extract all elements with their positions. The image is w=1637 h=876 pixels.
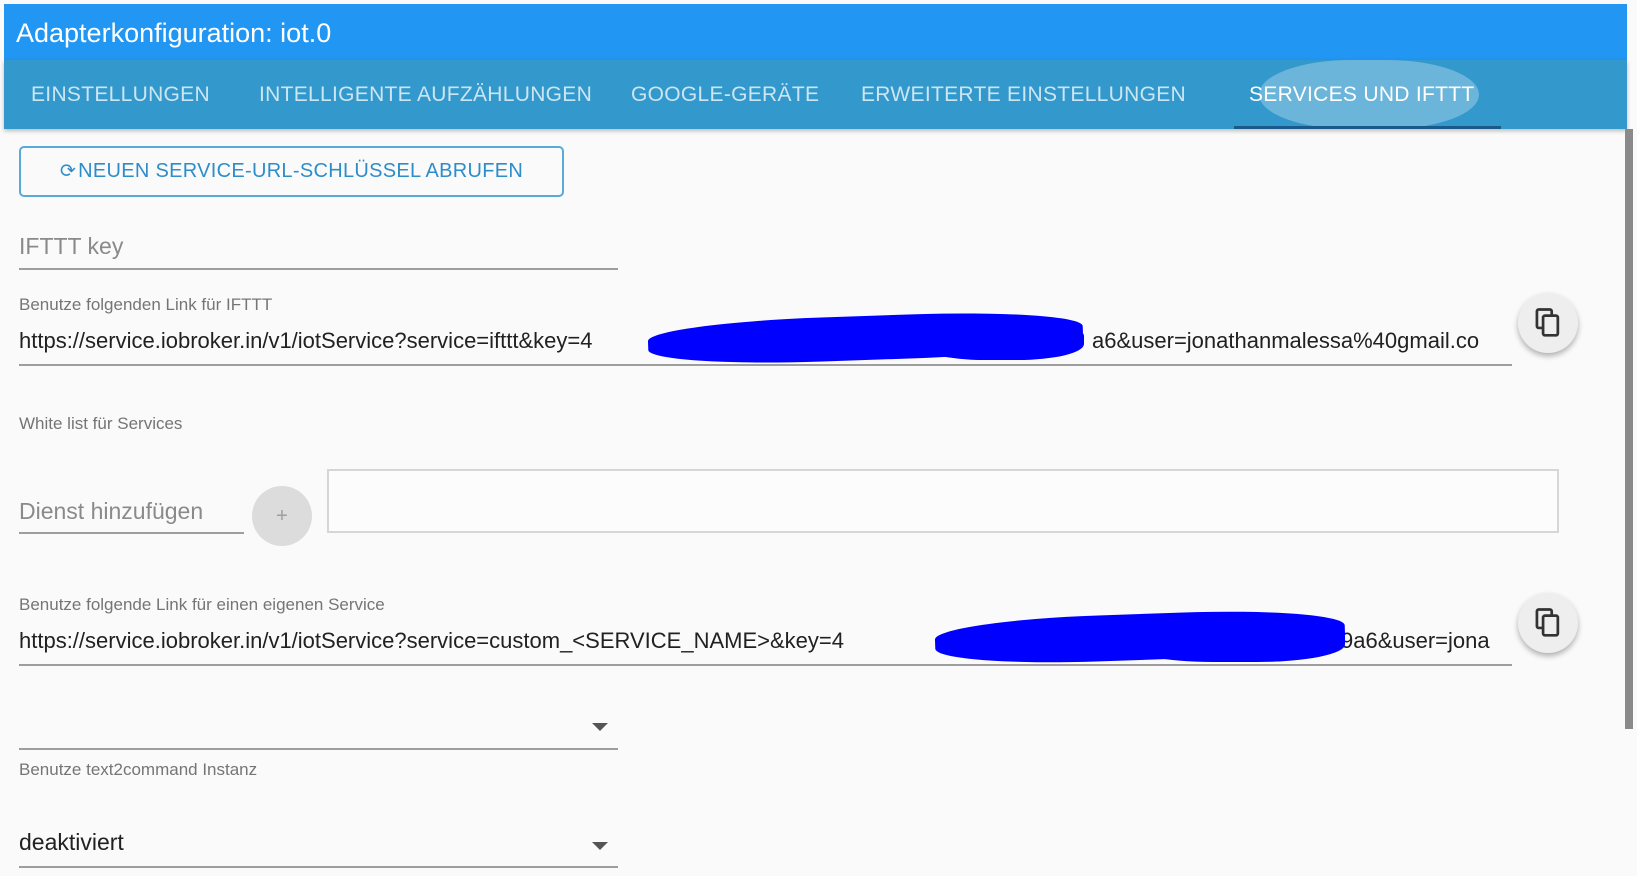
custom-service-link-underline <box>19 664 1512 666</box>
window-title: Adapterkonfiguration: iot.0 <box>16 18 332 48</box>
redaction-scribble <box>918 320 1084 360</box>
ifttt-link-underline <box>19 364 1512 366</box>
chevron-down-icon <box>592 842 608 850</box>
text2command-select[interactable] <box>19 700 618 748</box>
tab-bar: EINSTELLUNGEN INTELLIGENTE AUFZÄHLUNGEN … <box>4 60 1627 129</box>
tab-services-und-ifttt[interactable]: SERVICES UND IFTTT <box>1249 60 1475 129</box>
ifttt-link-value: https://service.iobroker.in/v1/iotServic… <box>19 328 593 353</box>
new-service-url-key-button[interactable]: ⟳ NEUEN SERVICE-URL-SCHLÜSSEL ABRUFEN <box>19 146 564 197</box>
ifttt-link-label: Benutze folgenden Link für IFTTT <box>19 295 273 314</box>
add-service-input[interactable]: Dienst hinzufügen <box>19 498 203 525</box>
copy-ifttt-link-button[interactable] <box>1518 293 1578 353</box>
refresh-icon: ⟳ <box>59 161 77 182</box>
chevron-down-icon <box>592 723 608 731</box>
tab-einstellungen[interactable]: EINSTELLUNGEN <box>31 60 210 129</box>
add-service-underline <box>19 532 244 534</box>
deactivated-select-value: deaktiviert <box>19 829 124 855</box>
tab-erweiterte-einstellungen[interactable]: ERWEITERTE EINSTELLUNGEN <box>861 60 1186 129</box>
custom-service-link-value-tail: 9a6&user=jona <box>1341 628 1490 653</box>
deactivated-select-underline <box>19 866 618 868</box>
copy-custom-service-link-button[interactable] <box>1518 593 1578 653</box>
tab-google-geraete[interactable]: GOOGLE-GERÄTE <box>631 60 819 129</box>
plus-icon: + <box>276 504 288 527</box>
ifttt-link-value-tail: a6&user=jonathanmalessa%40gmail.co <box>1092 328 1480 353</box>
ifttt-key-input[interactable]: IFTTT key <box>19 233 123 260</box>
text2command-underline <box>19 748 618 750</box>
copy-icon <box>1535 308 1560 337</box>
active-tab-indicator <box>1234 126 1501 129</box>
window-titlebar: Adapterkonfiguration: iot.0 <box>4 4 1627 60</box>
whitelist-services-box[interactable] <box>327 469 1559 533</box>
whitelist-label: White list für Services <box>19 414 183 433</box>
custom-service-link-label: Benutze folgende Link für einen eigenen … <box>19 595 385 614</box>
add-service-button[interactable]: + <box>252 486 312 546</box>
deactivated-select[interactable]: deaktiviert <box>19 825 618 865</box>
custom-service-link-value: https://service.iobroker.in/v1/iotServic… <box>19 628 844 653</box>
tab-intelligente-aufzaehlungen[interactable]: INTELLIGENTE AUFZÄHLUNGEN <box>259 60 592 129</box>
copy-icon <box>1535 608 1560 637</box>
new-service-url-key-label: NEUEN SERVICE-URL-SCHLÜSSEL ABRUFEN <box>78 160 524 182</box>
text2command-label: Benutze text2command Instanz <box>19 760 258 779</box>
redaction-scribble <box>1125 618 1345 662</box>
scrollbar[interactable] <box>1625 129 1633 729</box>
ifttt-key-underline <box>19 268 618 270</box>
